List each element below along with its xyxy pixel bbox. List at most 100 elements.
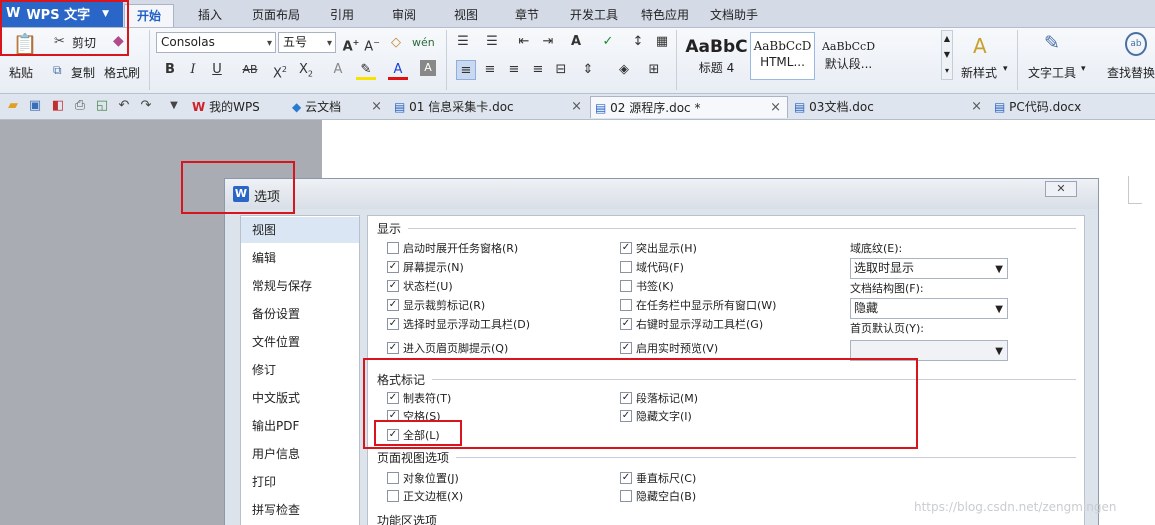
superscript-icon[interactable]: X2	[270, 60, 290, 81]
style-heading4[interactable]: AaBbC 标题 4	[684, 32, 749, 80]
undo-icon[interactable]: ↶	[116, 98, 132, 114]
checkbox-status-bar[interactable]: ✓ 状态栏(U)	[387, 278, 453, 294]
doc-map-select[interactable]: 隐藏 ▼	[850, 298, 1008, 319]
subscript-icon[interactable]: X2	[296, 60, 316, 80]
strikethrough-icon[interactable]: AB	[237, 60, 263, 80]
doc-tab-pc[interactable]: ▤ PC代码.docx	[990, 96, 1155, 118]
font-name-select[interactable]: Consolas	[156, 32, 276, 53]
doc-tab-03[interactable]: ▤ 03文档.doc ×	[790, 96, 988, 118]
nav-item-spell-check[interactable]: 拼写检查	[241, 497, 359, 523]
dialog-titlebar[interactable]: W 选项 ✕	[225, 179, 1098, 209]
checkbox-rightclick-toolbar[interactable]: ✓ 右键时显示浮动工具栏(G)	[620, 316, 763, 332]
nav-item-export-pdf[interactable]: 输出PDF	[241, 413, 359, 439]
new-style-icon[interactable]: A	[973, 34, 987, 58]
text-tools-icon[interactable]: ✎	[1044, 32, 1060, 54]
redo-icon[interactable]: ↷	[138, 98, 154, 114]
borders-icon[interactable]: ⊞	[644, 60, 664, 80]
bold-icon[interactable]: B	[160, 60, 180, 80]
asian-layout-icon[interactable]: ✓	[598, 32, 618, 52]
bullet-list-icon[interactable]: ☰	[453, 32, 473, 52]
styles-scrollbar[interactable]: ▲ ▼ ▾	[941, 30, 953, 80]
tab-review[interactable]: 审阅	[384, 4, 424, 27]
close-icon[interactable]: ×	[571, 96, 582, 118]
font-size-select[interactable]: 五号	[278, 32, 336, 53]
save-icon[interactable]: ▣	[27, 98, 43, 114]
checkbox-crop-marks[interactable]: ✓ 显示裁剪标记(R)	[387, 297, 485, 313]
text-direction-icon[interactable]: A	[566, 32, 586, 52]
print-preview-icon[interactable]: ◱	[94, 98, 110, 114]
print-icon[interactable]: ⎙	[72, 98, 88, 114]
checkbox-screen-tips[interactable]: ✓ 屏幕提示(N)	[387, 259, 464, 275]
checkbox-field-codes[interactable]: 域代码(F)	[620, 259, 684, 275]
style-default[interactable]: AaBbCcD 默认段...	[816, 32, 881, 80]
nav-item-file-location[interactable]: 文件位置	[241, 329, 359, 355]
tab-insert[interactable]: 插入	[188, 4, 232, 27]
nav-item-chinese-layout[interactable]: 中文版式	[241, 385, 359, 411]
checkbox-text-boundaries[interactable]: 正文边框(X)	[387, 488, 463, 504]
shrink-font-icon[interactable]: A−	[362, 33, 382, 54]
close-icon[interactable]: ×	[971, 96, 982, 118]
tab-page-layout[interactable]: 页面布局	[245, 4, 307, 27]
checkbox-vertical-ruler[interactable]: ✓ 垂直标尺(C)	[620, 470, 696, 486]
tab-doc-assistant[interactable]: 文档助手	[705, 4, 763, 27]
checkbox-task-pane[interactable]: 启动时展开任务窗格(R)	[387, 240, 518, 256]
align-left-icon[interactable]: ≡	[456, 60, 476, 80]
nav-item-print[interactable]: 打印	[241, 469, 359, 495]
underline-icon[interactable]: U	[207, 60, 227, 80]
text-effect-icon[interactable]: A	[328, 60, 348, 80]
justify-icon[interactable]: ≡	[528, 60, 548, 80]
find-replace-icon[interactable]: ab	[1125, 32, 1147, 56]
char-shading-icon[interactable]: A	[420, 60, 436, 76]
tab-home[interactable]: 开始	[124, 4, 174, 27]
nav-item-view[interactable]: 视图	[241, 217, 359, 243]
doc-tab-cloud[interactable]: ◆ 云文档 ×	[288, 96, 388, 118]
chevron-down-icon[interactable]: ▼	[166, 98, 182, 114]
table-grid-icon[interactable]: ▦	[652, 32, 672, 52]
distribute-icon[interactable]: ⊟	[551, 60, 571, 80]
checkbox-bookmarks[interactable]: 书签(K)	[620, 278, 674, 294]
font-color-icon[interactable]: A	[388, 60, 408, 80]
pinyin-icon[interactable]: wén	[412, 33, 435, 53]
checkbox-taskbar-windows[interactable]: 在任务栏中显示所有窗口(W)	[620, 297, 776, 313]
decrease-indent-icon[interactable]: ⇤	[514, 32, 534, 52]
field-shading-select[interactable]: 选取时显示 ▼	[850, 258, 1008, 279]
text-tools-button[interactable]: 文字工具	[1028, 64, 1076, 81]
increase-indent-icon[interactable]: ⇥	[538, 32, 558, 52]
export-pdf-icon[interactable]: ◧	[50, 98, 66, 114]
copy-button[interactable]: 复制	[71, 64, 95, 81]
highlight-icon[interactable]: ✎	[356, 60, 376, 80]
align-center-icon[interactable]: ≡	[480, 60, 500, 80]
close-icon[interactable]: ×	[770, 97, 781, 119]
doc-tab-02[interactable]: ▤ 02 源程序.doc * ×	[590, 96, 788, 118]
find-replace-button[interactable]: 查找替换	[1107, 64, 1155, 81]
checkbox-highlight[interactable]: ✓ 突出显示(H)	[620, 240, 697, 256]
doc-tab-my-wps[interactable]: W 我的WPS	[188, 96, 284, 118]
checkbox-header-footer-tip[interactable]: ✓ 进入页眉页脚提示(Q)	[387, 340, 508, 356]
nav-item-general-save[interactable]: 常规与保存	[241, 273, 359, 299]
nav-item-revision[interactable]: 修订	[241, 357, 359, 383]
tab-special-apps[interactable]: 特色应用	[636, 4, 694, 27]
new-style-button[interactable]: 新样式	[961, 64, 997, 81]
align-right-icon[interactable]: ≡	[504, 60, 524, 80]
open-folder-icon[interactable]: ▰	[5, 98, 21, 114]
nav-item-backup[interactable]: 备份设置	[241, 301, 359, 327]
checkbox-object-anchors[interactable]: 对象位置(J)	[387, 470, 459, 486]
close-icon[interactable]: ✕	[1045, 181, 1077, 197]
tab-view[interactable]: 视图	[446, 4, 486, 27]
tab-section[interactable]: 章节	[507, 4, 547, 27]
checkbox-hide-whitespace[interactable]: 隐藏空白(B)	[620, 488, 696, 504]
checkbox-float-toolbar[interactable]: ✓ 选择时显示浮动工具栏(D)	[387, 316, 530, 332]
close-icon[interactable]: ×	[371, 96, 382, 118]
paste-button[interactable]: 粘贴	[9, 64, 33, 81]
copy-icon[interactable]: ⧉	[53, 63, 62, 78]
clear-format-icon[interactable]: ◇	[386, 33, 406, 53]
tab-references[interactable]: 引用	[322, 4, 362, 27]
sort-icon[interactable]: ↕	[628, 32, 648, 52]
line-spacing-icon[interactable]: ⇕	[578, 60, 598, 80]
shading-icon[interactable]: ◈	[614, 60, 634, 80]
checkbox-live-preview[interactable]: ✓ 启用实时预览(V)	[620, 340, 718, 356]
grow-font-icon[interactable]: A+	[341, 33, 361, 54]
format-painter-button[interactable]: 格式刷	[104, 64, 140, 81]
numbered-list-icon[interactable]: ☰	[482, 32, 502, 52]
doc-tab-01[interactable]: ▤ 01 信息采集卡.doc ×	[390, 96, 588, 118]
